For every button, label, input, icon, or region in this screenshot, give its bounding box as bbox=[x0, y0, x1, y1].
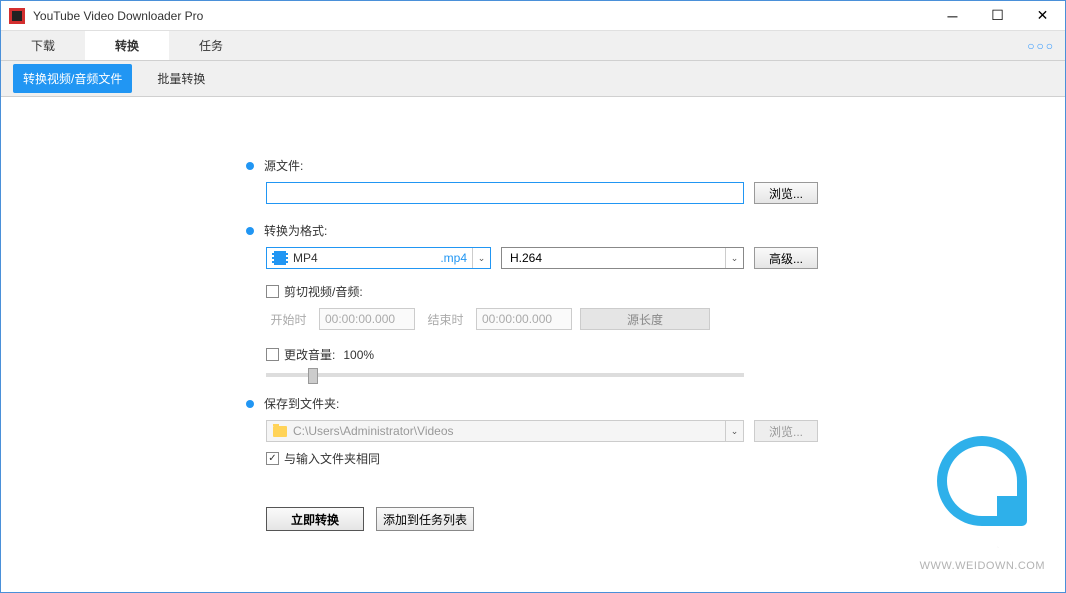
tab-tasks[interactable]: 任务 bbox=[169, 31, 253, 60]
end-time-input[interactable] bbox=[476, 308, 572, 330]
subtab-convert-file[interactable]: 转换视频/音频文件 bbox=[13, 64, 132, 93]
tab-download[interactable]: 下载 bbox=[1, 31, 85, 60]
trim-row: 开始时 结束时 源长度 bbox=[266, 308, 1065, 330]
volume-label: 更改音量: bbox=[284, 346, 335, 363]
volume-value: 100% bbox=[343, 348, 374, 362]
main-tabs: 下载 转换 任务 ○○○ bbox=[1, 31, 1065, 61]
close-button[interactable]: ✕ bbox=[1020, 1, 1065, 31]
trim-label: 剪切视频/音频: bbox=[284, 283, 363, 300]
source-input[interactable] bbox=[266, 182, 744, 204]
app-icon bbox=[9, 8, 25, 24]
source-label: 源文件: bbox=[264, 157, 303, 174]
bullet-icon bbox=[246, 227, 254, 235]
chevron-down-icon: ⌄ bbox=[725, 421, 743, 441]
save-path-text: C:\Users\Administrator\Videos bbox=[293, 424, 725, 438]
tab-convert[interactable]: 转换 bbox=[85, 31, 169, 60]
end-label: 结束时 bbox=[423, 311, 468, 328]
volume-slider[interactable] bbox=[266, 373, 744, 377]
window-controls: ─ ☐ ✕ bbox=[930, 1, 1065, 31]
save-path-select[interactable]: C:\Users\Administrator\Videos ⌄ bbox=[266, 420, 744, 442]
start-time-input[interactable] bbox=[319, 308, 415, 330]
source-section: 源文件: 浏览... bbox=[246, 157, 1065, 204]
action-row: 立即转换 添加到任务列表 bbox=[266, 507, 1065, 531]
folder-icon bbox=[273, 426, 287, 437]
menu-icon[interactable]: ○○○ bbox=[1027, 39, 1055, 53]
same-folder-checkbox[interactable] bbox=[266, 452, 279, 465]
chevron-down-icon: ⌄ bbox=[725, 248, 743, 268]
film-icon bbox=[272, 251, 288, 265]
format-label: 转换为格式: bbox=[264, 222, 327, 239]
advanced-button[interactable]: 高级... bbox=[754, 247, 818, 269]
start-label: 开始时 bbox=[266, 311, 311, 328]
format-name: MP4 bbox=[293, 251, 440, 265]
bullet-icon bbox=[246, 162, 254, 170]
browse-source-button[interactable]: 浏览... bbox=[754, 182, 818, 204]
same-folder-label: 与输入文件夹相同 bbox=[284, 450, 380, 467]
browse-save-button: 浏览... bbox=[754, 420, 818, 442]
volume-checkbox[interactable] bbox=[266, 348, 279, 361]
minimize-button[interactable]: ─ bbox=[930, 1, 975, 31]
titlebar: YouTube Video Downloader Pro ─ ☐ ✕ bbox=[1, 1, 1065, 31]
format-ext: .mp4 bbox=[440, 251, 467, 265]
bullet-icon bbox=[246, 400, 254, 408]
content-area: 源文件: 浏览... 转换为格式: MP4 .mp4 ⌄ H.264 ⌄ 高级.… bbox=[1, 97, 1065, 531]
add-to-tasks-button[interactable]: 添加到任务列表 bbox=[376, 507, 474, 531]
save-label: 保存到文件夹: bbox=[264, 395, 339, 412]
volume-thumb[interactable] bbox=[308, 368, 318, 384]
source-length-button[interactable]: 源长度 bbox=[580, 308, 710, 330]
window-title: YouTube Video Downloader Pro bbox=[33, 9, 930, 23]
maximize-button[interactable]: ☐ bbox=[975, 1, 1020, 31]
subtab-batch[interactable]: 批量转换 bbox=[147, 64, 215, 93]
convert-now-button[interactable]: 立即转换 bbox=[266, 507, 364, 531]
save-section: 保存到文件夹: C:\Users\Administrator\Videos ⌄ … bbox=[246, 395, 1065, 467]
trim-checkbox[interactable] bbox=[266, 285, 279, 298]
codec-select[interactable]: H.264 ⌄ bbox=[501, 247, 744, 269]
watermark-text: 微当下载 bbox=[920, 531, 1045, 560]
format-section: 转换为格式: MP4 .mp4 ⌄ H.264 ⌄ 高级... 剪切视频/音频:… bbox=[246, 222, 1065, 377]
sub-tabs: 转换视频/音频文件 批量转换 bbox=[1, 61, 1065, 97]
codec-text: H.264 bbox=[510, 251, 725, 265]
format-select[interactable]: MP4 .mp4 ⌄ bbox=[266, 247, 491, 269]
watermark-url: WWW.WEIDOWN.COM bbox=[920, 560, 1045, 572]
chevron-down-icon: ⌄ bbox=[472, 248, 490, 268]
